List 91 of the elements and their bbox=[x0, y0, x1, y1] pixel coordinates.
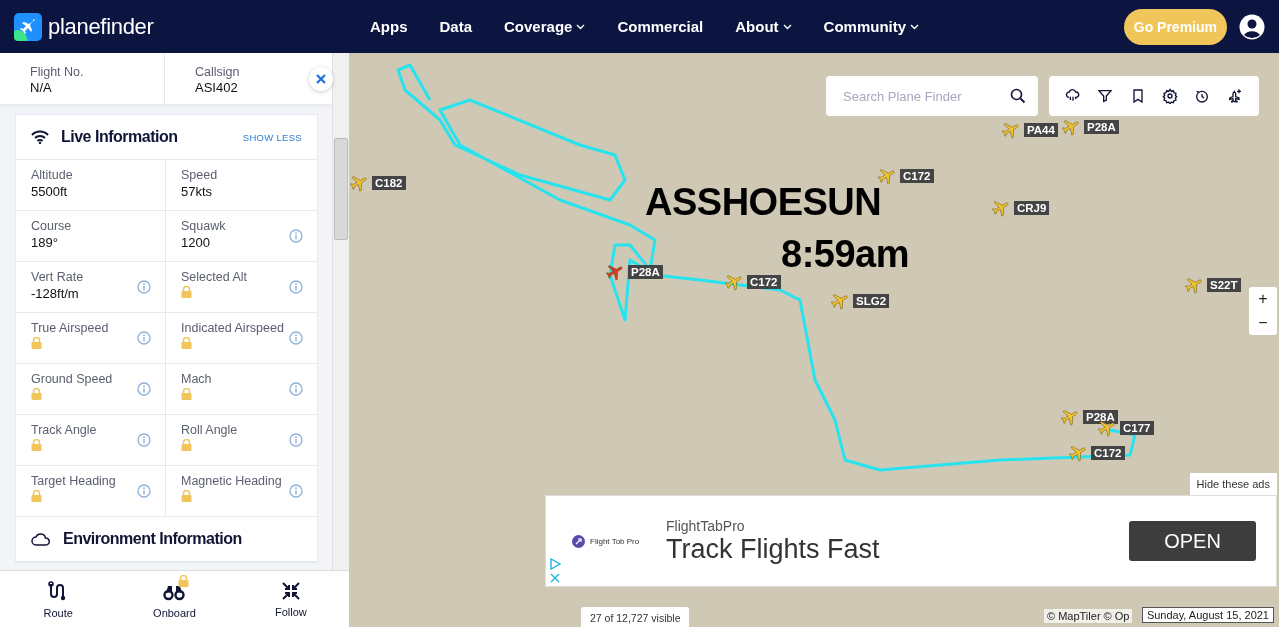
logo-text: planefinder bbox=[48, 13, 154, 40]
ad-choices-icon[interactable] bbox=[549, 558, 561, 570]
field-label: Speed bbox=[181, 168, 219, 182]
aircraft-label[interactable]: PA44 bbox=[1024, 123, 1058, 137]
info-icon[interactable] bbox=[289, 433, 303, 447]
filter-icon[interactable] bbox=[1097, 88, 1114, 104]
section-title: Environment Information bbox=[63, 530, 243, 548]
nav-link[interactable]: Data bbox=[423, 18, 488, 35]
collapse-arrows-icon bbox=[280, 580, 301, 601]
ad-advertiser: FlightTabPro bbox=[666, 517, 746, 534]
chevron-down-icon bbox=[782, 23, 792, 30]
chevron-down-icon bbox=[910, 23, 920, 30]
user-avatar-icon[interactable] bbox=[1239, 13, 1265, 40]
info-icon[interactable] bbox=[137, 433, 151, 447]
field-label: Callsign bbox=[195, 65, 241, 79]
bottom-tab[interactable]: Follow bbox=[232, 571, 349, 627]
scrollbar[interactable] bbox=[332, 53, 349, 570]
field-label: Selected Alt bbox=[181, 270, 248, 284]
field-label: Vert Rate bbox=[31, 270, 85, 284]
field-label: Mach bbox=[181, 372, 213, 386]
section-title: Live Information bbox=[61, 128, 179, 146]
field-label: True Airspeed bbox=[31, 321, 110, 335]
info-icon[interactable] bbox=[289, 331, 303, 345]
ad-logo-text: Flight Tob Pro bbox=[590, 536, 640, 546]
field-value: ASI402 bbox=[195, 80, 238, 95]
zoom-button[interactable]: − bbox=[1249, 311, 1277, 335]
map-attribution: © MapTiler © Op bbox=[1044, 609, 1133, 623]
aircraft-label[interactable]: CRJ9 bbox=[1014, 201, 1050, 215]
field-value: 57kts bbox=[181, 184, 213, 199]
nav-link[interactable]: Coverage bbox=[488, 18, 602, 35]
ad-headline: Track Flights Fast bbox=[666, 533, 881, 565]
bottom-tab[interactable]: Onboard bbox=[116, 571, 233, 627]
field-value: 1200 bbox=[181, 235, 210, 250]
field-value: -128ft/m bbox=[31, 286, 79, 301]
aircraft-label[interactable]: C182 bbox=[372, 176, 406, 190]
nav-link[interactable]: Commercial bbox=[601, 18, 720, 35]
close-icon[interactable] bbox=[549, 572, 561, 584]
aircraft-label[interactable]: P28A bbox=[628, 265, 663, 279]
field-label: Indicated Airspeed bbox=[181, 321, 285, 335]
info-icon[interactable] bbox=[137, 382, 151, 396]
aircraft-label[interactable]: C172 bbox=[747, 275, 781, 289]
zoom-button[interactable]: + bbox=[1249, 287, 1277, 311]
field-label: Flight No. bbox=[30, 65, 85, 79]
nav-link[interactable]: Community bbox=[807, 18, 936, 35]
nav-link[interactable]: About bbox=[719, 18, 808, 35]
search-field[interactable]: Search Plane Finder bbox=[826, 76, 1038, 116]
field-value: N/A bbox=[30, 80, 52, 95]
field-label: Magnetic Heading bbox=[181, 474, 283, 488]
visible-count: 27 of 12,727 visible bbox=[581, 607, 690, 627]
ad-logo-icon bbox=[572, 534, 585, 548]
airplane-plus-icon[interactable] bbox=[1226, 88, 1243, 104]
history-icon[interactable] bbox=[1194, 88, 1211, 104]
nav-link[interactable]: Apps bbox=[354, 18, 424, 35]
settings-icon[interactable] bbox=[1162, 88, 1179, 104]
aircraft-label[interactable]: S22T bbox=[1207, 278, 1241, 292]
info-icon[interactable] bbox=[289, 280, 303, 294]
aircraft-label[interactable]: C177 bbox=[1120, 421, 1154, 435]
bottom-tab[interactable]: Route bbox=[0, 571, 117, 627]
annotation-text: 8:59am bbox=[781, 233, 909, 276]
field-label: Altitude bbox=[31, 168, 74, 182]
wifi-icon bbox=[31, 130, 49, 144]
aircraft-label[interactable]: P28A bbox=[1084, 120, 1119, 134]
search-icon[interactable] bbox=[1010, 88, 1026, 104]
field-label: Roll Angle bbox=[181, 423, 239, 437]
field-label: Ground Speed bbox=[31, 372, 114, 386]
field-label: Course bbox=[31, 219, 73, 233]
field-value: 5500ft bbox=[31, 184, 68, 199]
cloud-icon bbox=[31, 532, 51, 546]
info-icon[interactable] bbox=[289, 484, 303, 498]
show-less-link[interactable]: SHOW LESS bbox=[242, 131, 302, 143]
field-label: Target Heading bbox=[31, 474, 117, 488]
aircraft-label[interactable]: C172 bbox=[900, 169, 934, 183]
annotation-text: ASSHOESUN bbox=[645, 181, 882, 224]
aircraft-label[interactable]: SLG2 bbox=[853, 294, 890, 308]
info-icon[interactable] bbox=[137, 484, 151, 498]
hide-ads-button[interactable]: Hide these ads bbox=[1189, 473, 1277, 495]
field-label: Squawk bbox=[181, 219, 227, 233]
aircraft-label[interactable]: P28A bbox=[1083, 410, 1118, 424]
aircraft-label[interactable]: C172 bbox=[1091, 446, 1125, 460]
close-icon[interactable] bbox=[316, 74, 326, 84]
cloud-rain-icon[interactable] bbox=[1065, 88, 1082, 104]
logo-icon bbox=[14, 12, 42, 41]
info-icon[interactable] bbox=[137, 280, 151, 294]
info-icon[interactable] bbox=[289, 229, 303, 243]
chevron-down-icon bbox=[576, 23, 586, 30]
field-value: 189° bbox=[31, 235, 58, 250]
info-icon[interactable] bbox=[137, 331, 151, 345]
info-icon[interactable] bbox=[289, 382, 303, 396]
date-tooltip: Sunday, August 15, 2021 bbox=[1141, 607, 1274, 623]
open-button[interactable]: OPEN bbox=[1129, 521, 1256, 561]
field-label: Track Angle bbox=[31, 423, 98, 437]
